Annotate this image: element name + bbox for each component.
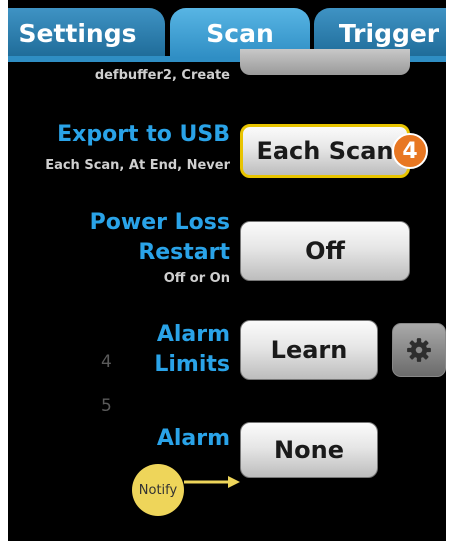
tab-label: Scan	[206, 18, 274, 48]
background-list-number: 5	[101, 396, 112, 416]
export-usb-options-hint: Each Scan, At End, Never	[45, 158, 230, 173]
alarm-limits-value: Learn	[270, 336, 348, 364]
export-usb-button[interactable]: Each Scan	[240, 124, 410, 178]
power-loss-value: Off	[305, 237, 345, 265]
buffer-button[interactable]	[240, 49, 410, 75]
instrument-screen: Settings Trigger Scan defbuffer2, Create…	[8, 0, 446, 541]
tab-label: Settings	[18, 18, 137, 48]
power-loss-restart-button[interactable]: Off	[240, 221, 410, 281]
buffer-options-hint: defbuffer2, Create	[94, 68, 230, 83]
alarm-value: None	[274, 436, 344, 464]
export-usb-value: Each Scan	[256, 137, 394, 165]
arrow-right-icon	[184, 476, 240, 488]
power-loss-options-hint: Off or On	[163, 271, 230, 286]
notify-callout-label: Notify	[138, 482, 178, 498]
tab-label: Trigger	[338, 18, 440, 48]
export-usb-label: Export to USB	[57, 122, 230, 147]
alarm-limits-learn-button[interactable]: Learn	[240, 320, 378, 380]
gear-icon	[407, 338, 431, 362]
alarm-limits-settings-button[interactable]	[392, 323, 446, 377]
step-badge: 4	[392, 133, 428, 169]
power-loss-label-line2: Restart	[138, 240, 230, 265]
tab-settings[interactable]: Settings	[8, 8, 165, 58]
alarm-none-button[interactable]: None	[240, 422, 378, 478]
alarm-limits-label-line2: Limits	[154, 352, 230, 377]
power-loss-label-line1: Power Loss	[89, 210, 230, 235]
alarm-limits-label-line1: Alarm	[156, 322, 230, 347]
alarm-label: Alarm	[156, 426, 230, 451]
notify-callout: Notify	[132, 464, 184, 516]
background-list-number: 4	[101, 352, 112, 372]
